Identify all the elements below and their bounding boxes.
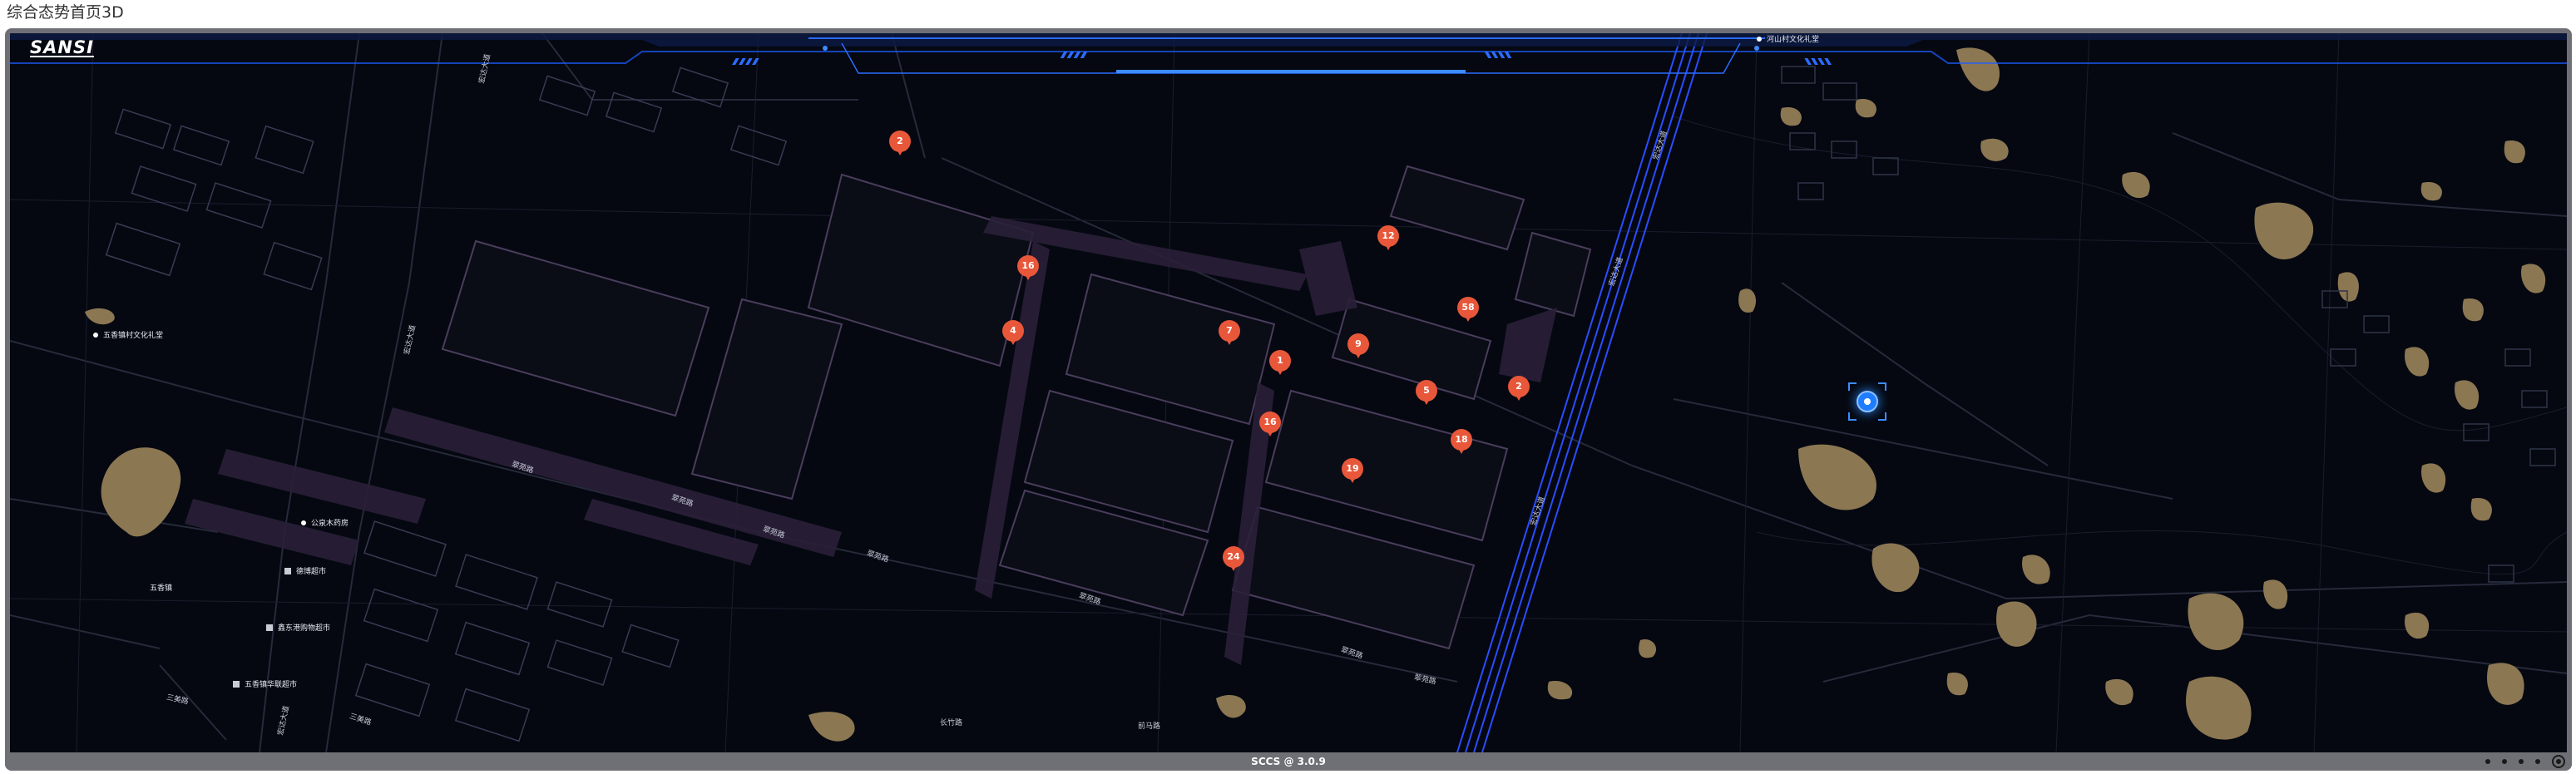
indicator-dot[interactable] [2519,759,2524,764]
shop-icon [284,567,291,574]
marker-tail [896,148,904,155]
locate-corner [1878,412,1886,421]
poi-label: 德博超市 [296,568,327,576]
marker-tail [1009,338,1017,345]
brand-logo: SANSI [30,37,94,57]
poi-label: 五香镇华联超市 [245,681,298,689]
indicator-dot[interactable] [2502,759,2507,764]
alarm-marker[interactable]: 5 [1416,380,1437,408]
poi-label: 五香镇 [150,584,173,593]
shop-icon [266,624,273,631]
poi-dot-icon [1757,36,1762,42]
version-label: SCCS @ 3.0.9 [1251,756,1326,767]
page-title: 综合态势首页3D [7,3,124,22]
alarm-marker[interactable]: 16 [1259,412,1281,440]
marker-tail [1354,351,1362,358]
location-dot [1857,391,1878,412]
alarm-marker[interactable]: 4 [1002,320,1024,348]
marker-tail [1464,314,1472,322]
road-label: 长竹路 [940,719,963,727]
poi-shop-4[interactable]: 五香镇华联超市 [233,678,297,689]
fullscreen-icon[interactable] [2552,755,2565,768]
alarm-marker[interactable]: 58 [1457,297,1479,325]
monitor-footer: SCCS @ 3.0.9 [5,752,2572,771]
alarm-marker[interactable]: 18 [1451,429,1472,457]
poi-label: 公泉木药房 [311,520,349,528]
alarm-marker[interactable]: 2 [1508,376,1530,404]
marker-tail [1515,393,1523,401]
marker-tail [1024,273,1032,280]
marker-tail [1229,564,1238,571]
alarm-marker[interactable]: 19 [1342,458,1363,486]
alarm-marker[interactable]: 12 [1377,225,1399,254]
alarm-marker[interactable]: 16 [1017,255,1039,283]
alarm-marker[interactable]: 9 [1347,333,1369,362]
poi-label: 五香镇村文化礼堂 [103,332,164,340]
indicator-dot[interactable] [2485,759,2490,764]
marker-tail [1225,338,1234,345]
indicator-dot[interactable] [2535,759,2540,764]
poi-wuxiang-culture-hall[interactable]: 五香镇村文化礼堂 [93,329,163,340]
map-canvas[interactable] [10,33,2567,752]
poi-wuxiang-town[interactable]: 五香镇 [150,582,172,593]
alarm-marker[interactable]: 2 [889,131,911,159]
poi-shop-2[interactable]: 德博超市 [284,565,326,576]
road-label: 前马路 [1138,722,1161,731]
alarm-marker[interactable]: 1 [1269,350,1291,378]
poi-label: 鑫东港购物超市 [278,624,331,633]
alarm-marker[interactable]: 7 [1219,320,1240,348]
poi-dot-icon [93,332,98,338]
poi-hexi-culture-hall[interactable]: 河山村文化礼堂 [1757,33,1819,44]
marker-tail [1348,476,1357,483]
poi-dot-icon [301,520,306,525]
footer-controls [2485,755,2565,768]
alarm-marker[interactable]: 24 [1223,546,1244,574]
marker-tail [1422,397,1431,405]
locate-corner [1878,382,1886,391]
marker-tail [1384,243,1392,250]
marker-tail [1266,429,1274,436]
map-screen[interactable]: SANSI 五香镇村文化礼堂 河山村文化礼堂 五香镇 公泉木药房 德博超市 鑫东… [10,33,2567,752]
locate-corner [1848,412,1857,421]
marker-tail [1276,367,1284,375]
locate-icon[interactable] [1848,382,1886,421]
poi-label: 河山村文化礼堂 [1767,36,1820,44]
marker-tail [1457,446,1466,454]
poi-shop-1[interactable]: 公泉木药房 [301,517,349,528]
poi-shop-3[interactable]: 鑫东港购物超市 [266,622,330,633]
shop-icon [233,680,240,688]
locate-corner [1848,382,1857,391]
